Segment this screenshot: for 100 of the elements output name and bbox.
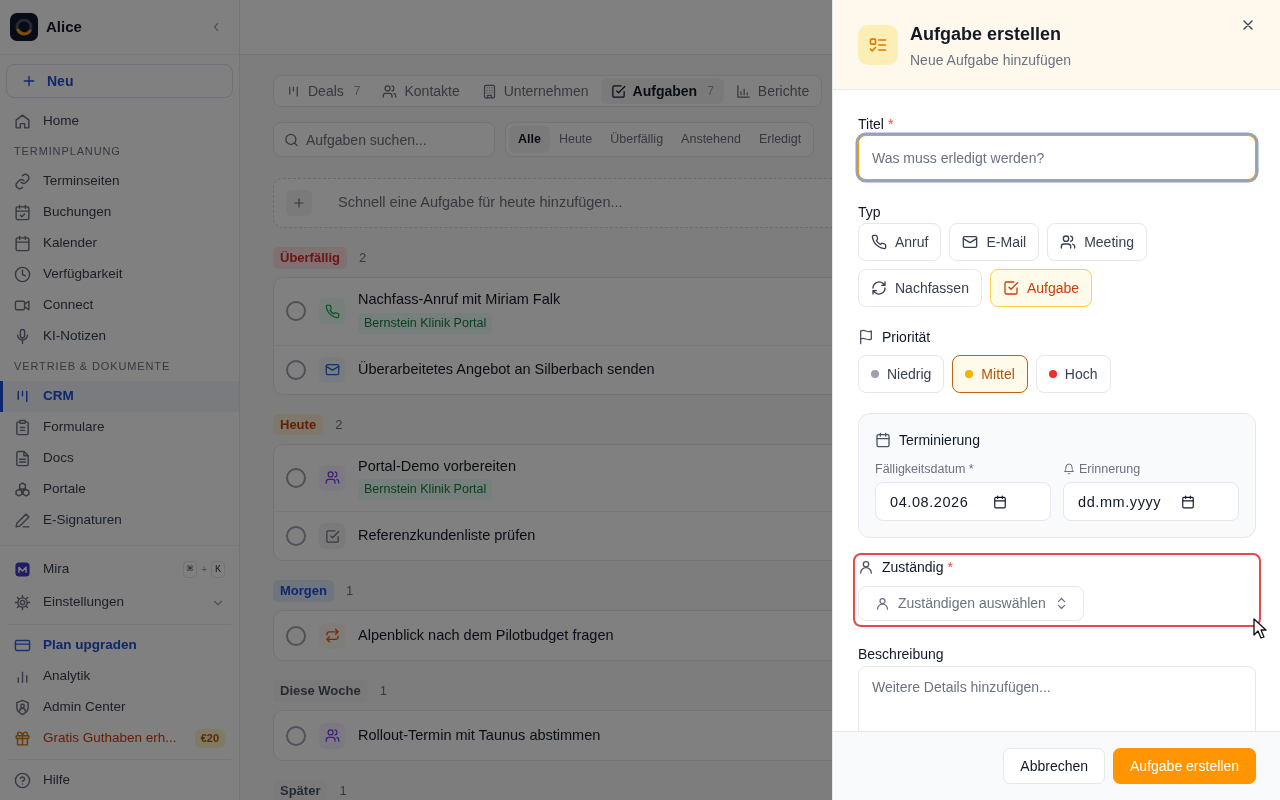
filter-tab[interactable]: Anstehend: [672, 126, 750, 153]
task-row[interactable]: Nachfass-Anruf mit Miriam Falk Bernstein Klinik Portal: [274, 278, 832, 345]
priority-option[interactable]: Mittel: [952, 355, 1028, 393]
users-icon: [1060, 234, 1077, 250]
task-tag: Bernstein Klinik Portal: [358, 479, 493, 500]
field-label: Fälligkeitsdatum *: [875, 461, 974, 478]
sidebar-item[interactable]: Plan upgraden: [0, 630, 239, 661]
clipboard-icon: [14, 419, 31, 436]
date-input[interactable]: 04.08.2026: [875, 482, 1051, 521]
search-icon: [284, 132, 299, 147]
group-count: 1: [379, 682, 387, 701]
filter-tab[interactable]: Alle: [509, 126, 550, 153]
filter-tab[interactable]: Erledigt: [749, 126, 811, 153]
task-checkbox[interactable]: [286, 467, 306, 488]
calendar-icon[interactable]: [1181, 494, 1195, 509]
group-count: 1: [339, 782, 347, 800]
task-checkbox[interactable]: [286, 625, 306, 646]
sidebar-item[interactable]: Kalender: [0, 228, 239, 259]
link-icon: [14, 173, 31, 190]
sidebar-item[interactable]: Connect: [0, 290, 239, 321]
tab[interactable]: Unternehmen: [471, 78, 599, 104]
add-button[interactable]: [286, 190, 312, 216]
quick-add-input[interactable]: Schnell eine Aufgabe für heute hinzufügen...: [336, 191, 832, 215]
field-label: Priorität: [882, 328, 931, 347]
mouse-cursor-icon: [1253, 618, 1267, 639]
sidebar-item[interactable]: Formulare: [0, 412, 239, 443]
house-icon: [14, 113, 31, 130]
bar-chart-icon: [735, 83, 751, 99]
title-input[interactable]: Was muss erledigt werden?: [858, 135, 1256, 180]
task-checkbox[interactable]: [286, 725, 306, 746]
filter-tab[interactable]: Überfällig: [601, 126, 673, 153]
refresh-icon: [871, 280, 887, 296]
sidebar-item[interactable]: Analytik: [0, 661, 239, 692]
assignee-select[interactable]: Zuständigen auswählen: [858, 586, 1084, 621]
sidebar-item[interactable]: KI-Notizen: [0, 321, 239, 352]
users-icon: [324, 728, 340, 743]
task-title: Alpenblick nach dem Pilotbudget fragen: [358, 625, 614, 645]
sidebar-item[interactable]: Portale: [0, 474, 239, 505]
checklist-icon: [868, 35, 888, 55]
required-mark: *: [887, 115, 894, 134]
task-checkbox[interactable]: [286, 301, 306, 322]
group-count: 2: [335, 415, 343, 434]
task-row[interactable]: Rollout-Termin mit Taunus abstimmen: [274, 711, 832, 760]
users-icon: [324, 470, 340, 486]
sidebar-item[interactable]: Verfügbarkeit: [0, 259, 239, 290]
pen-icon: [14, 512, 31, 529]
task-row[interactable]: Portal-Demo vorbereiten Bernstein Klinik Portal: [274, 444, 832, 511]
group-label: Morgen: [273, 580, 334, 602]
tab[interactable]: Berichte: [725, 78, 820, 104]
checkbox-icon: [610, 83, 626, 99]
users-icon: [382, 83, 398, 99]
plus-icon: [21, 73, 37, 89]
priority-option[interactable]: Niedrig: [858, 355, 945, 393]
type-option[interactable]: Aufgabe: [989, 269, 1093, 307]
help-icon: [14, 772, 31, 789]
priority-option[interactable]: Hoch: [1035, 355, 1111, 393]
type-option[interactable]: Anruf: [858, 223, 942, 261]
field-label: Zuständig: [882, 558, 944, 577]
sidebar-item[interactable]: Gratis Guthaben erh... €20: [0, 723, 239, 754]
new-button[interactable]: Neu: [6, 64, 233, 98]
group-label: Überfällig: [273, 247, 347, 269]
task-row[interactable]: Alpenblick nach dem Pilotbudget fragen: [274, 611, 832, 660]
create-button[interactable]: Aufgabe erstellen: [1113, 748, 1256, 784]
type-option[interactable]: Meeting: [1047, 223, 1147, 261]
tab[interactable]: Kontakte: [372, 78, 470, 104]
type-option[interactable]: Nachfassen: [858, 269, 982, 307]
sidebar-item[interactable]: Docs: [0, 443, 239, 474]
sidebar-item[interactable]: Terminseiten: [0, 166, 239, 197]
group-count: 1: [345, 582, 354, 601]
task-checkbox[interactable]: [286, 526, 306, 546]
sidebar-item[interactable]: Buchungen: [0, 197, 239, 228]
task-checkbox[interactable]: [286, 359, 306, 380]
credit-card-icon: [14, 637, 31, 654]
bars-icon: [286, 83, 301, 99]
checkbox-icon: [1002, 280, 1019, 296]
quick-add-field[interactable]: Schnell eine Aufgabe für heute hinzufügen...: [273, 178, 832, 228]
section-heading: VERTRIEB & DOKUMENTE: [13, 359, 172, 375]
sidebar-item[interactable]: Hilfe: [0, 765, 239, 796]
sidebar-item[interactable]: E-Signaturen: [0, 505, 239, 536]
field-label: Typ: [858, 203, 881, 222]
task-title: Überarbeitetes Angebot an Silberbach senden: [358, 359, 655, 379]
task-title: Nachfass-Anruf mit Miriam Falk: [358, 290, 561, 309]
date-input[interactable]: dd.mm.yyyy: [1063, 482, 1239, 521]
drawer-subtitle: Neue Aufgabe hinzufügen: [910, 51, 1072, 70]
sidebar-item[interactable]: Einstellungen: [0, 586, 239, 619]
field-label: Beschreibung: [858, 645, 944, 664]
calendar-check-icon: [14, 204, 31, 221]
sidebar-item[interactable]: CRM: [0, 381, 239, 412]
microphone-icon: [14, 328, 31, 345]
cancel-button[interactable]: Abbrechen: [1003, 748, 1106, 784]
plus-icon: [292, 196, 306, 210]
description-input[interactable]: Weitere Details hinzufügen...: [858, 666, 1256, 731]
sidebar-item[interactable]: Mira ⌘ + K: [0, 553, 239, 586]
type-option[interactable]: E-Mail: [949, 223, 1040, 261]
sidebar-item[interactable]: Admin Center: [0, 692, 239, 723]
calendar-icon[interactable]: [993, 494, 1007, 509]
settings-icon: [14, 594, 31, 611]
sidebar-item[interactable]: Home: [0, 106, 239, 137]
filter-tab[interactable]: Heute: [549, 126, 602, 153]
search-input[interactable]: Aufgaben suchen...: [273, 122, 495, 157]
